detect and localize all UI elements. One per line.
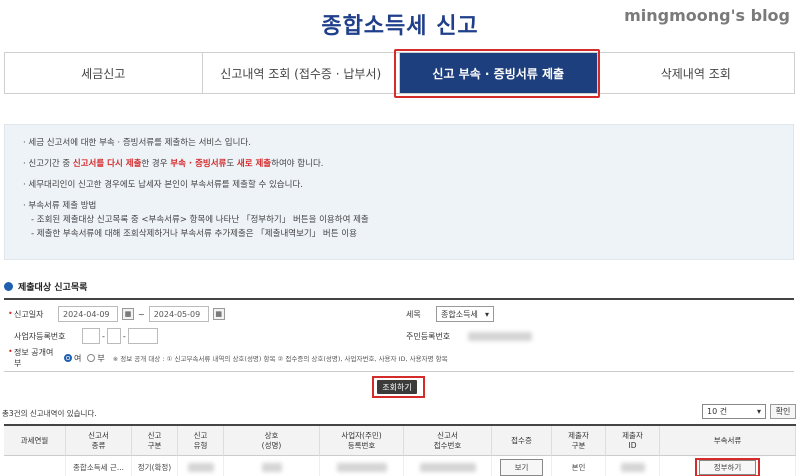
confirm-button[interactable]: 확인 <box>770 404 796 419</box>
cell-type <box>178 456 224 476</box>
info-line: · 세무대리인이 신고한 경우에도 납세자 본인이 부속서류를 제출할 수 있습… <box>23 180 303 190</box>
biz-number-part1[interactable] <box>82 328 100 344</box>
view-receipt-button[interactable]: 보기 <box>499 458 544 476</box>
tab-bar: 세금신고 신고내역 조회 (접수증 · 납부서) 신고 부속 · 증빙서류 제출… <box>4 52 795 94</box>
blog-watermark: mingmoong's blog <box>624 6 790 25</box>
cell-attachment: 정부하기 <box>660 456 796 476</box>
col-header: 신고 유형 <box>178 426 224 456</box>
cell-kind: 종합소득세 근... <box>66 456 132 476</box>
disclose-no-radio[interactable] <box>87 354 96 362</box>
tax-label: 세목 <box>406 309 421 319</box>
attach-highlight: 정부하기 <box>694 457 761 476</box>
info-line: · 부속서류 제출 방법 <box>23 201 97 211</box>
tab-deleted-history[interactable]: 삭제내역 조회 <box>596 52 795 94</box>
tax-row: 세목 종합소득세 ▾ <box>406 304 494 324</box>
cell-reg-number <box>320 456 404 476</box>
rrn-label: 주민등록번호 <box>406 331 451 341</box>
tab-filing-history[interactable]: 신고내역 조회 (접수증 · 납부서) <box>201 52 400 94</box>
rrn-row: 주민등록번호 <box>406 326 532 346</box>
info-emphasis: 새로 제출 <box>236 159 272 169</box>
col-header: 신고서 접수번호 <box>404 426 492 456</box>
disclose-label: • 정보 공개여부 <box>8 347 54 368</box>
search-button[interactable]: 조회하기 <box>377 380 417 394</box>
disclose-row: • 정보 공개여부 여 부 ※ 정보 공개 대상 : ① 신고부속서류 내역의 상… <box>4 347 448 368</box>
bullet-icon <box>4 282 13 291</box>
col-header: 부속서류 <box>660 426 796 456</box>
result-table: 과세연월 신고서 종류 신고 구분 신고 유형 상호 (성명) 사업자(주민) … <box>4 424 796 476</box>
tab-attachment-submit[interactable]: 신고 부속 · 증빙서류 제출 <box>399 52 598 94</box>
col-header: 신고 구분 <box>132 426 178 456</box>
col-header: 과세연월 <box>4 426 66 456</box>
cell-period <box>4 456 66 476</box>
result-count: 총3건의 신고내역이 있습니다. <box>2 409 97 418</box>
info-line: · 세금 신고서에 대한 부속 · 증빙서류를 제출하는 서비스 입니다. <box>23 138 251 148</box>
tab-tax-filing[interactable]: 세금신고 <box>4 52 203 94</box>
col-header: 신고서 종류 <box>66 426 132 456</box>
disclose-no-label: 부 <box>97 353 105 363</box>
date-separator: ~ <box>138 309 145 319</box>
col-header: 사업자(주민) 등록번호 <box>320 426 404 456</box>
table-row: 종합소득세 근... 정기(확정) 보기 본인 정부하기 <box>4 456 796 476</box>
date-to-input[interactable]: 2024-05-09 <box>148 306 209 322</box>
col-header: 접수증 <box>492 426 552 456</box>
section-title-text: 제출대상 신고목록 <box>18 283 88 293</box>
disclose-yes-label: 여 <box>74 353 82 363</box>
info-line: - 제출한 부속서류에 대해 조회삭제하거나 부속서류 추가제출은 「제출내역보… <box>31 229 357 239</box>
biz-number-part2[interactable] <box>106 328 121 344</box>
date-row: • 신고일자 2024-04-09 ▦ ~ 2024-05-09 ▦ <box>4 304 229 324</box>
info-text: · 신고기간 중 <box>23 159 73 169</box>
col-header: 제출자 구분 <box>552 426 606 456</box>
info-text: 한 경우 <box>141 159 171 169</box>
cell-division: 정기(확정) <box>132 456 178 476</box>
cell-receipt: 보기 <box>492 456 552 476</box>
info-text: 하여야 합니다. <box>271 159 324 169</box>
calendar-icon[interactable]: ▦ <box>212 308 225 320</box>
biz-row: 사업자등록번호 - - <box>4 326 158 346</box>
cell-submitter-id <box>606 456 660 476</box>
rrn-redacted <box>468 331 532 341</box>
info-emphasis: 신고서를 다시 제출 <box>72 159 142 169</box>
info-line: - 조회된 제출대상 신고목록 중 <부속서류> 항목에 나타난 「정부하기」 … <box>31 215 369 225</box>
page-size-select[interactable]: 10 건 ▾ <box>702 404 766 419</box>
calendar-icon[interactable]: ▦ <box>122 308 134 320</box>
cell-receipt-number <box>404 456 492 476</box>
info-line: · 신고기간 중 신고서를 다시 제출한 경우 부속 · 증빙서류도 새로 제출… <box>23 158 775 170</box>
biz-number-label: 사업자등록번호 <box>14 331 66 341</box>
section-title: 제출대상 신고목록 <box>4 280 87 293</box>
table-header: 과세연월 신고서 종류 신고 구분 신고 유형 상호 (성명) 사업자(주민) … <box>4 426 796 456</box>
info-box: · 세금 신고서에 대한 부속 · 증빙서류를 제출하는 서비스 입니다. · … <box>4 124 794 260</box>
biz-number-part3[interactable] <box>127 328 158 344</box>
search-form: • 신고일자 2024-04-09 ▦ ~ 2024-05-09 ▦ 세목 종합소… <box>4 298 794 372</box>
disclose-yes-radio[interactable] <box>64 354 72 362</box>
disclose-note: ※ 정보 공개 대상 : ① 신고부속서류 내역의 상호(성명) 항목 ② 접수… <box>112 355 448 363</box>
col-header: 상호 (성명) <box>224 426 320 456</box>
info-emphasis: 부속 · 증빙서류 <box>170 159 227 169</box>
date-label: • 신고일자 <box>8 308 44 319</box>
attach-submit-button[interactable]: 정부하기 <box>698 459 757 475</box>
cell-name <box>224 456 320 476</box>
tax-type-select[interactable]: 종합소득세 ▾ <box>436 306 494 322</box>
cell-submitter: 본인 <box>552 456 606 476</box>
date-from-input[interactable]: 2024-04-09 <box>58 306 118 322</box>
info-text: 도 <box>226 159 237 169</box>
col-header: 제출자 ID <box>606 426 660 456</box>
